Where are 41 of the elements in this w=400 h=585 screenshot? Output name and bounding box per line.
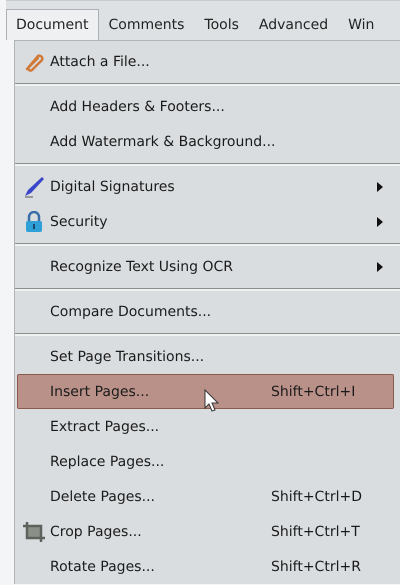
menu-item[interactable]: Attach a File... (17, 44, 394, 79)
menu-item-label: Crop Pages... (50, 524, 143, 540)
menu-item-label: Digital Signatures (50, 178, 176, 194)
menu-item-label: Set Page Transitions... (50, 348, 206, 364)
menu-item[interactable]: Insert Pages... Shift+Ctrl+I (17, 374, 394, 409)
menu-bar-item[interactable]: Advanced (248, 9, 338, 40)
menu-item-label: Add Headers & Footers... (50, 98, 226, 114)
menu-item[interactable]: Set Page Transitions... (17, 339, 394, 374)
menu-item[interactable]: Security (17, 204, 394, 239)
menu-item-label: Attach a File... (50, 54, 151, 70)
menu-bar-item[interactable]: Document (6, 9, 99, 40)
menu-bar-item[interactable]: Tools (194, 9, 249, 40)
menu-item-label: Add Watermark & Background... (50, 134, 276, 150)
padlock-icon (24, 210, 44, 232)
menu-item[interactable]: Digital Signatures (17, 169, 394, 204)
menu-item[interactable]: Add Watermark & Background... (17, 124, 394, 159)
menu-bar-item[interactable]: Win (338, 9, 384, 40)
menu-item-label: Insert Pages... (50, 384, 150, 400)
shortcut-label: Shift+Ctrl+T (271, 524, 361, 540)
menu-item[interactable]: Replace Pages... (17, 444, 394, 479)
menu-item-label: Compare Documents... (50, 304, 212, 320)
menu-item-label: Security (50, 214, 108, 230)
menu-item-label: Rotate Pages... (50, 558, 156, 574)
crop-icon (22, 520, 46, 542)
menu-item-label: Recognize Text Using OCR (50, 258, 234, 274)
menu-item-label: Extract Pages... (50, 418, 160, 434)
cursor-icon (204, 389, 220, 413)
menu-item[interactable]: Rotate Pages... Shift+Ctrl+R (17, 549, 394, 584)
shortcut-label: Shift+Ctrl+D (271, 488, 363, 504)
menu-item[interactable]: Compare Documents... (17, 294, 394, 329)
menu-item[interactable]: Recognize Text Using OCR (17, 249, 394, 284)
menu-item-label: Replace Pages... (50, 454, 166, 470)
menu-item-label: Delete Pages... (50, 488, 156, 504)
pen-icon (23, 176, 45, 198)
menu-bar-item[interactable]: Comments (98, 9, 194, 40)
shortcut-label: Shift+Ctrl+I (271, 384, 356, 400)
menu-item[interactable]: Crop Pages... Shift+Ctrl+T (17, 514, 394, 549)
shortcut-label: Shift+Ctrl+R (271, 558, 362, 574)
menu-item[interactable]: Delete Pages... Shift+Ctrl+D (17, 479, 394, 514)
menu-item[interactable]: Add Headers & Footers... (17, 89, 394, 124)
menu-item[interactable]: Extract Pages... (17, 409, 394, 444)
